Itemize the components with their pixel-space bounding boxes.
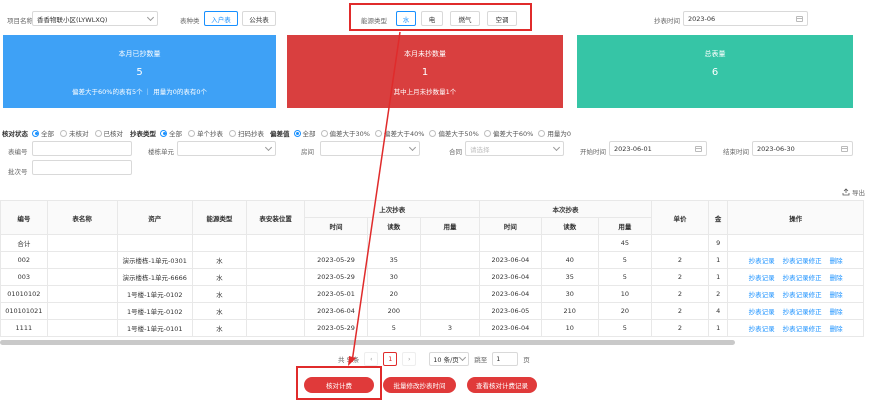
annotation-arrow xyxy=(348,31,401,366)
